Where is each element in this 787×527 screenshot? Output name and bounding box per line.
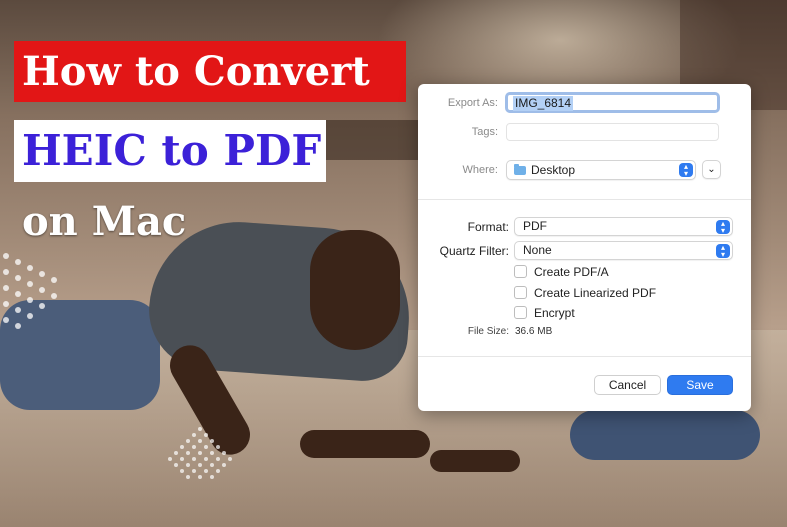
checkbox[interactable] xyxy=(514,306,527,319)
export-as-label: Export As: xyxy=(447,97,498,109)
encrypt-option[interactable]: Encrypt xyxy=(514,305,575,321)
format-popup[interactable]: PDF ▴ ▾ xyxy=(514,217,733,236)
export-as-value: IMG_6814 xyxy=(513,96,574,111)
person-leg-right xyxy=(570,410,760,460)
linearized-pdf-label: Create Linearized PDF xyxy=(534,286,657,300)
dot-pattern-left xyxy=(3,253,57,329)
export-dialog: Export As: IMG_6814 Tags: Where: Desktop… xyxy=(418,84,751,411)
cancel-button[interactable]: Cancel xyxy=(594,375,661,395)
where-value: Desktop xyxy=(531,163,576,177)
file-size-value: 36.6 MB xyxy=(515,326,553,337)
expand-button[interactable]: ⌄ xyxy=(702,160,721,179)
quartz-filter-label: Quartz Filter: xyxy=(439,244,509,258)
checkbox[interactable] xyxy=(514,265,527,278)
file-size-label: File Size: xyxy=(467,326,509,337)
banner-line-2: HEIC to PDF xyxy=(14,120,326,182)
create-pdfa-label: Create PDF/A xyxy=(534,265,609,279)
banner-line-1: How to Convert xyxy=(14,41,406,102)
person-hand-right xyxy=(430,450,520,472)
linearized-pdf-option[interactable]: Create Linearized PDF xyxy=(514,285,656,301)
format-value: PDF xyxy=(523,219,547,233)
folder-icon xyxy=(514,164,526,175)
export-as-field[interactable]: IMG_6814 xyxy=(505,92,720,113)
popup-stepper-icon: ▴ ▾ xyxy=(716,244,730,259)
dot-pattern-bottom xyxy=(168,427,232,479)
where-popup[interactable]: Desktop ▴ ▾ xyxy=(506,160,696,180)
divider-bottom xyxy=(418,356,751,357)
popup-stepper-icon: ▴ ▾ xyxy=(679,163,693,178)
create-pdfa-option[interactable]: Create PDF/A xyxy=(514,264,609,280)
tags-label: Tags: xyxy=(471,126,498,138)
save-button[interactable]: Save xyxy=(667,375,733,395)
person-hand-left xyxy=(300,430,430,458)
person-head xyxy=(310,230,400,350)
tags-field[interactable] xyxy=(506,123,719,141)
chevron-down-icon: ⌄ xyxy=(707,164,716,175)
encrypt-label: Encrypt xyxy=(534,306,575,320)
format-label: Format: xyxy=(467,220,509,234)
divider-top xyxy=(418,199,751,200)
banner-line-3: on Mac xyxy=(22,198,187,245)
checkbox[interactable] xyxy=(514,286,527,299)
quartz-filter-value: None xyxy=(523,243,552,257)
popup-stepper-icon: ▴ ▾ xyxy=(716,220,730,235)
quartz-filter-popup[interactable]: None ▴ ▾ xyxy=(514,241,733,260)
where-label: Where: xyxy=(462,164,498,176)
